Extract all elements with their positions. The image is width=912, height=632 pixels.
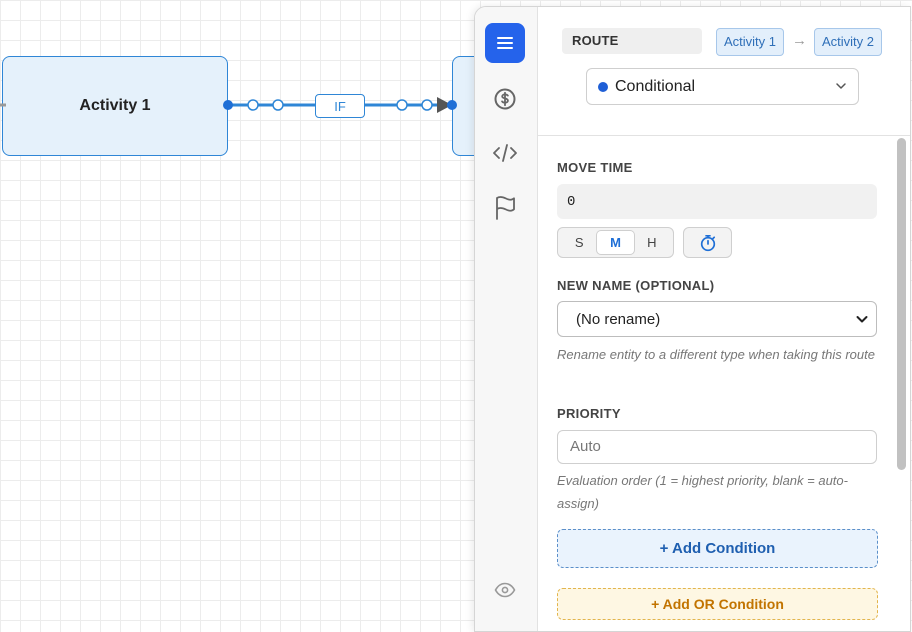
edge-handle[interactable]: [247, 99, 259, 111]
scrollbar[interactable]: [897, 138, 909, 631]
priority-help: Evaluation order (1 = highest priority, …: [557, 473, 848, 511]
route-type-value: Conditional: [615, 78, 696, 95]
properties-tab[interactable]: [485, 23, 525, 63]
add-or-condition-button[interactable]: + Add OR Condition: [557, 588, 878, 620]
edge-handle[interactable]: [447, 100, 457, 110]
edge-condition-label[interactable]: IF: [315, 94, 365, 118]
route-type-select[interactable]: Conditional: [586, 68, 859, 105]
route-type-tag: ROUTE: [562, 28, 702, 54]
from-activity-chip[interactable]: Activity 1: [716, 28, 785, 56]
add-condition-button[interactable]: + Add Condition: [557, 529, 878, 568]
timer-button[interactable]: [683, 227, 732, 258]
dollar-icon: [494, 88, 516, 110]
menu-icon: [497, 37, 513, 49]
edge-handle[interactable]: [223, 100, 233, 110]
code-icon: [493, 144, 517, 162]
code-tab[interactable]: [485, 133, 525, 173]
panel-content: ROUTE Activity 1 → Activity 2 Conditiona…: [537, 7, 910, 631]
priority-input[interactable]: Auto: [557, 430, 877, 464]
chevron-down-icon: [856, 316, 868, 323]
panel-icon-rail: [475, 7, 538, 631]
stopwatch-icon: [700, 234, 715, 251]
new-name-help: Rename entity to a different type when t…: [557, 347, 875, 362]
priority-label: PRIORITY: [557, 406, 621, 421]
edge-handle[interactable]: [421, 99, 433, 111]
new-name-select[interactable]: (No rename): [557, 301, 877, 337]
eye-icon: [494, 582, 516, 598]
edge-handle[interactable]: [272, 99, 284, 111]
scrollbar-thumb[interactable]: [897, 138, 906, 470]
move-time-label: MOVE TIME: [557, 160, 633, 175]
new-name-value: (No rename): [576, 311, 661, 328]
chevron-down-icon: [836, 83, 846, 89]
unit-seconds-option[interactable]: S: [561, 231, 597, 254]
flag-tab[interactable]: [485, 188, 525, 228]
flag-icon: [496, 195, 515, 220]
new-name-label: NEW NAME (OPTIONAL): [557, 278, 715, 293]
form-scroll-area: MOVE TIME 0 S M H NEW NAME (OPTIONAL) (N…: [537, 136, 910, 631]
edge-handle[interactable]: [396, 99, 408, 111]
status-dot: [598, 82, 608, 92]
move-time-input[interactable]: 0: [557, 184, 877, 219]
unit-hours-option[interactable]: H: [634, 231, 670, 254]
route-header: ROUTE Activity 1 → Activity 2 Conditiona…: [537, 7, 910, 136]
visibility-toggle[interactable]: [485, 570, 525, 610]
route-arrow: →: [792, 32, 807, 49]
time-unit-toggle: S M H: [557, 227, 674, 258]
cost-tab[interactable]: [485, 79, 525, 119]
unit-minutes-option[interactable]: M: [597, 231, 634, 254]
to-activity-chip[interactable]: Activity 2: [814, 28, 883, 56]
route-properties-panel: ROUTE Activity 1 → Activity 2 Conditiona…: [474, 6, 911, 632]
